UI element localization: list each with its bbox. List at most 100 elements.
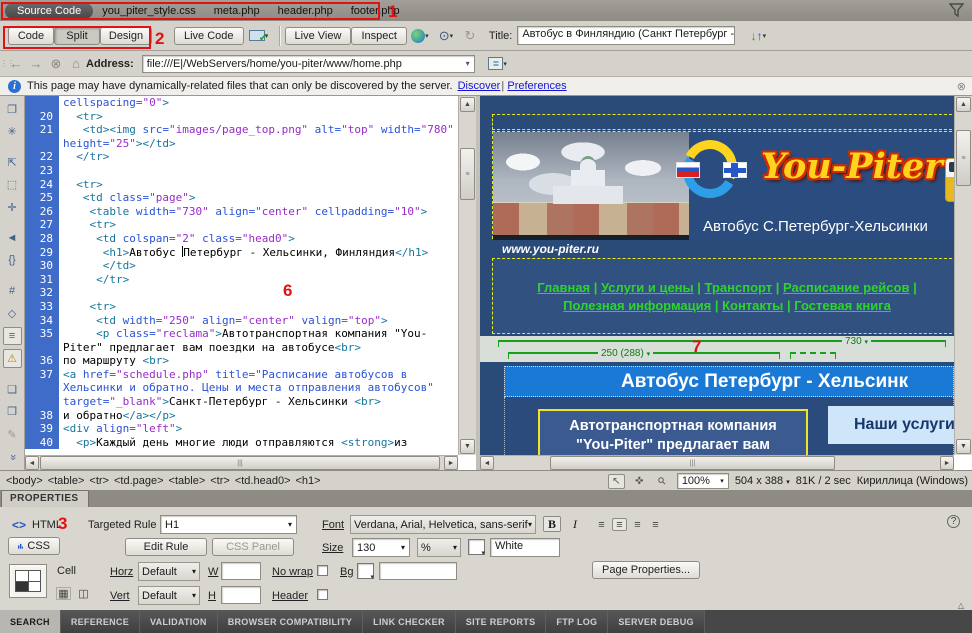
results-tab-validation[interactable]: VALIDATION <box>140 610 218 633</box>
css-panel-button[interactable]: CSS Panel <box>212 538 294 556</box>
targeted-rule-select[interactable]: H1▾ <box>160 515 297 534</box>
align-justify-icon[interactable]: ≡ <box>648 518 663 531</box>
scroll-down-icon[interactable]: ▼ <box>460 439 475 454</box>
word-wrap-icon[interactable]: ≡ <box>3 327 22 346</box>
highlight-invalid-icon[interactable]: ◇ <box>3 304 22 323</box>
design-vertical-scrollbar[interactable]: ▲ ≡ ▼ <box>954 96 972 455</box>
merge-cells-icon[interactable]: ▦ <box>56 587 71 600</box>
code-line[interactable]: 33 <tr> <box>25 300 458 314</box>
remove-comment-icon[interactable]: ❒ <box>3 402 22 421</box>
no-wrap-checkbox[interactable] <box>317 565 328 576</box>
split-cell-icon[interactable]: ◫ <box>76 587 91 600</box>
code-line[interactable]: 24 <tr> <box>25 178 458 192</box>
code-line[interactable]: 28 <td colspan="2" class="head0"> <box>25 232 458 246</box>
h-input[interactable] <box>221 586 261 604</box>
magnification-select[interactable]: 100%▾ <box>677 473 729 489</box>
discover-link[interactable]: Discover <box>458 80 501 92</box>
size-select[interactable]: 130▾ <box>352 538 410 557</box>
code-line[interactable]: 22 </tr> <box>25 150 458 164</box>
live-view-button[interactable]: Live View <box>285 27 352 45</box>
code-line[interactable]: 29 <h1>Автобус Петербург - Хельсинки, Фи… <box>25 246 458 260</box>
design-vscroll-thumb[interactable]: ≡ <box>956 130 971 186</box>
tag-selector-item[interactable]: <table> <box>169 475 206 487</box>
text-color-input[interactable]: White <box>490 538 560 557</box>
results-tab-link-checker[interactable]: LINK CHECKER <box>363 610 456 633</box>
align-left-icon[interactable]: ≡ <box>594 518 609 531</box>
code-line[interactable]: cellspacing="0"> <box>25 96 458 110</box>
site-menu-link[interactable]: Главная <box>537 280 590 295</box>
scroll-left-icon[interactable]: ◄ <box>480 456 494 470</box>
scroll-up-icon[interactable]: ▲ <box>460 97 475 112</box>
hand-tool-icon[interactable]: ✜ <box>631 474 648 489</box>
results-tab-browser-compatibility[interactable]: BROWSER COMPATIBILITY <box>218 610 363 633</box>
code-line[interactable]: 38и обратно</a></p> <box>25 409 458 423</box>
code-horizontal-scrollbar[interactable]: ◄ ||| ► <box>25 455 458 470</box>
scroll-right-icon[interactable]: ► <box>940 456 954 470</box>
tag-selector-item[interactable]: <h1> <box>296 475 321 487</box>
code-editor[interactable]: cellspacing="0">20 <tr>21 <td><img src="… <box>25 96 458 455</box>
code-line[interactable]: 34 <td width="250" align="center" valign… <box>25 314 458 328</box>
close-info-bar-icon[interactable]: ⊗ <box>957 80 966 93</box>
code-vertical-scrollbar[interactable]: ▲ ≡ ▼ <box>458 96 476 455</box>
results-tab-ftp-log[interactable]: FTP LOG <box>546 610 608 633</box>
format-source-icon[interactable]: ✎ <box>3 425 22 444</box>
scroll-right-icon[interactable]: ► <box>444 456 458 470</box>
design-hscroll-thumb[interactable]: ||| <box>550 456 835 470</box>
view-options-icon[interactable]: ≣ ▾ <box>483 54 513 74</box>
syntax-error-alerts-icon[interactable]: ⚠ <box>3 349 22 368</box>
address-input[interactable]: file:///E|/WebServers/home/you-piter/www… <box>142 55 475 73</box>
header-checkbox[interactable] <box>317 589 328 600</box>
table-width-bar-730[interactable] <box>498 340 946 347</box>
code-line[interactable]: 23 <box>25 164 458 178</box>
align-center-icon[interactable]: ≡ <box>612 518 627 531</box>
properties-tab[interactable]: PROPERTIES <box>1 490 89 507</box>
title-input[interactable]: Автобус в Финляндию (Санкт Петербург - Х… <box>517 26 735 45</box>
code-navigator-icon[interactable]: ✳ <box>3 123 22 142</box>
code-line[interactable]: 27 <tr> <box>25 218 458 232</box>
results-tab-server-debug[interactable]: SERVER DEBUG <box>608 610 704 633</box>
code-hscroll-thumb[interactable]: ||| <box>40 456 440 470</box>
site-menu-link[interactable]: Гостевая книга <box>794 298 891 313</box>
text-color-swatch[interactable] <box>468 539 485 555</box>
bg-color-input[interactable] <box>379 562 457 580</box>
code-line[interactable]: 26 <table width="730" align="center" cel… <box>25 205 458 219</box>
results-tab-reference[interactable]: REFERENCE <box>61 610 140 633</box>
css-mode-button[interactable]: CSS <box>8 537 60 555</box>
expand-all-icon[interactable]: ✛ <box>3 198 22 217</box>
align-right-icon[interactable]: ≡ <box>630 518 645 531</box>
tag-selector-item[interactable]: <tr> <box>210 475 230 487</box>
code-line[interactable]: 20 <tr> <box>25 110 458 124</box>
site-menu-link[interactable]: Транспорт <box>705 280 773 295</box>
stop-icon[interactable]: ⊗ <box>46 56 66 72</box>
preferences-link[interactable]: Preferences <box>507 80 566 92</box>
code-line[interactable]: 31 </tr> <box>25 273 458 287</box>
italic-button[interactable]: I <box>566 516 584 532</box>
code-line[interactable]: 40 <p>Каждый день многие люди отправляют… <box>25 436 458 450</box>
edit-rule-button[interactable]: Edit Rule <box>125 538 207 556</box>
inspect-button[interactable]: Inspect <box>351 27 406 45</box>
results-tab-site-reports[interactable]: SITE REPORTS <box>456 610 547 633</box>
preview-in-browser-icon[interactable]: ▾ <box>407 26 433 46</box>
tag-selector-item[interactable]: <td.head0> <box>235 475 291 487</box>
zoom-tool-icon[interactable]: ⚲ <box>651 470 674 493</box>
collapse-full-tag-icon[interactable]: ⇱ <box>3 153 22 172</box>
home-icon[interactable]: ⌂ <box>66 56 86 71</box>
design-view[interactable]: You-Piter Автобус С.Петербург-Хельсинки … <box>480 96 954 455</box>
tag-selector-item[interactable]: <body> <box>6 475 43 487</box>
page-properties-button[interactable]: Page Properties... <box>592 561 700 579</box>
scroll-down-icon[interactable]: ▼ <box>956 439 971 454</box>
open-documents-icon[interactable]: ❐ <box>3 100 22 119</box>
file-get-put-icon[interactable]: ↓ ↑ ▾ <box>741 26 775 46</box>
site-menu-link[interactable]: Контакты <box>722 298 783 313</box>
tag-selector-item[interactable]: <td.page> <box>114 475 164 487</box>
window-size-select[interactable]: 504 x 388 ▾ <box>735 475 790 487</box>
code-line[interactable]: 37<a href="schedule.php" title="Расписан… <box>25 368 458 409</box>
size-unit-select[interactable]: %▾ <box>417 538 461 557</box>
table-width-label-250[interactable]: 250 (288) ▾ <box>598 348 653 359</box>
bg-color-swatch[interactable] <box>357 563 374 579</box>
live-code-button[interactable]: Live Code <box>174 27 244 45</box>
collapse-panel-icon[interactable]: △ <box>958 601 964 610</box>
select-parent-tag-icon[interactable]: ◄ <box>3 229 22 248</box>
back-icon[interactable]: ← <box>6 56 26 71</box>
filter-icon[interactable] <box>949 3 964 20</box>
